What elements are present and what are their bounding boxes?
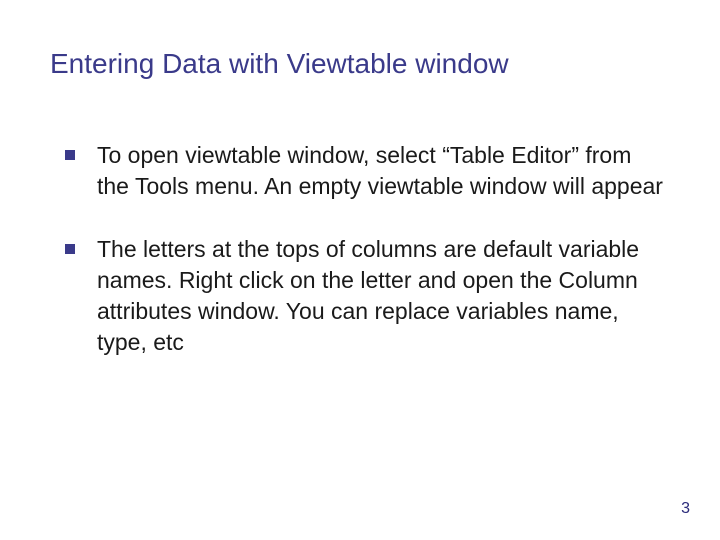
bullet-text: To open viewtable window, select “Table …: [97, 140, 665, 202]
square-bullet-icon: [65, 150, 75, 160]
slide-title: Entering Data with Viewtable window: [50, 48, 509, 80]
page-number: 3: [681, 500, 690, 518]
bullet-text: The letters at the tops of columns are d…: [97, 234, 665, 358]
square-bullet-icon: [65, 244, 75, 254]
slide: Entering Data with Viewtable window To o…: [0, 0, 720, 540]
bullet-item: To open viewtable window, select “Table …: [65, 140, 665, 202]
slide-content: To open viewtable window, select “Table …: [65, 140, 665, 390]
bullet-item: The letters at the tops of columns are d…: [65, 234, 665, 358]
